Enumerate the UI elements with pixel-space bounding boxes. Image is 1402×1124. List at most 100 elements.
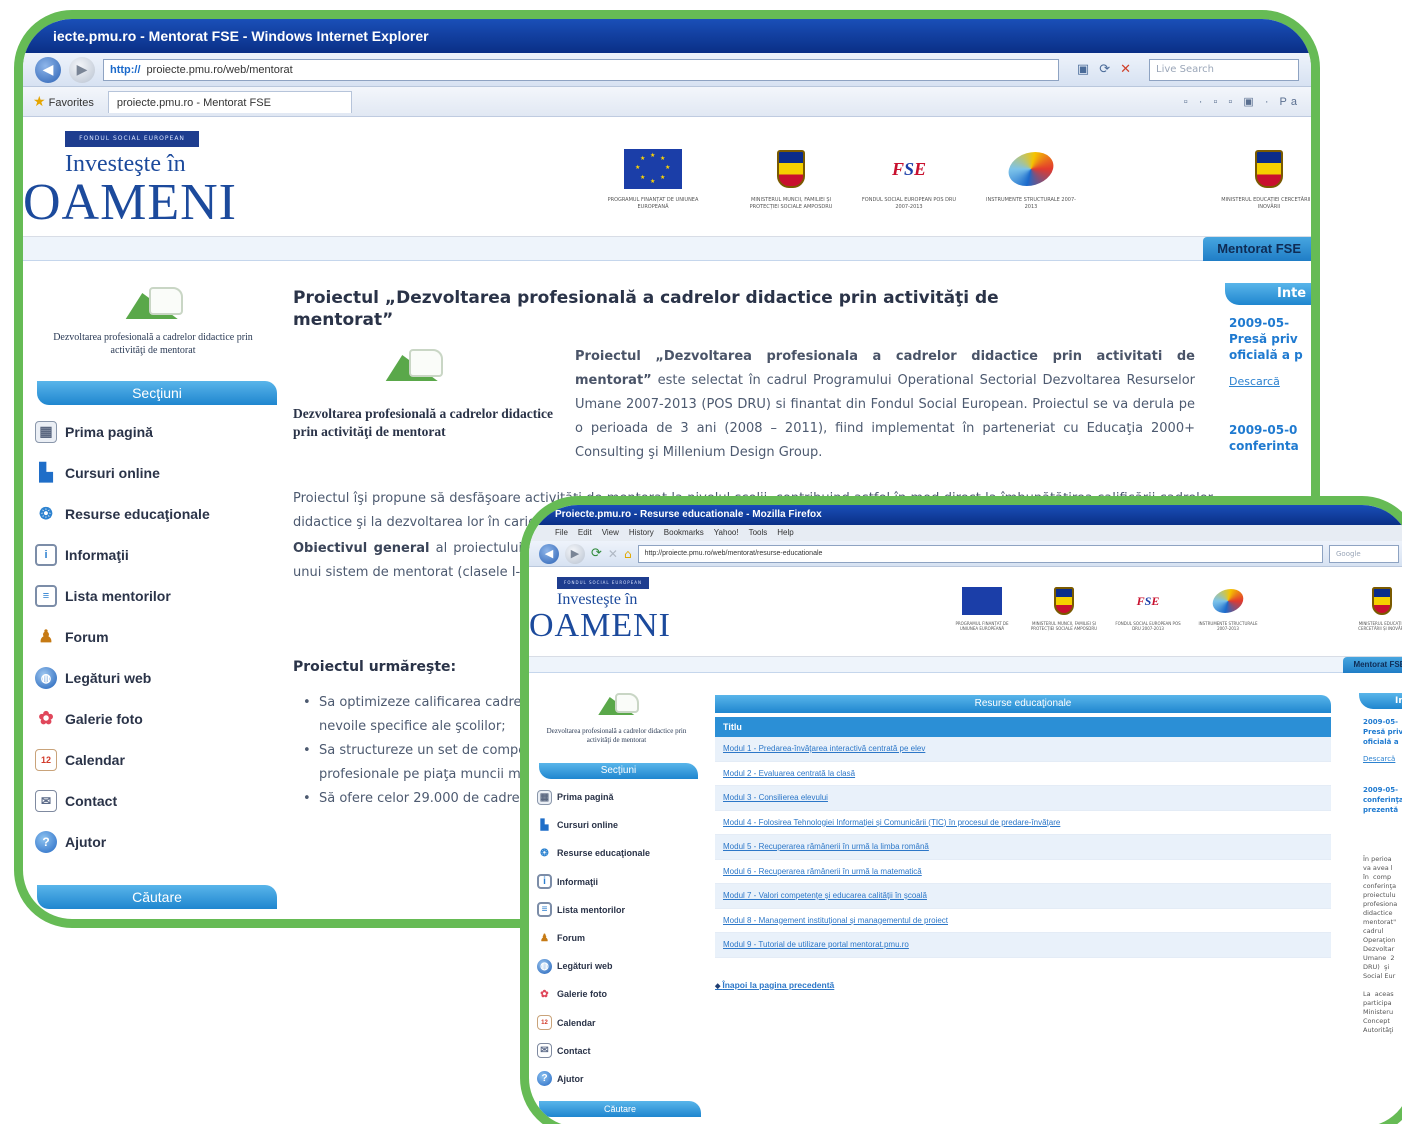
window-title: Proiecte.pmu.ro - Resurse educationale -… bbox=[529, 505, 1402, 525]
logo-caption: MINISTERUL EDUCAȚIEI CERCETĂRII ȘI INOVĂ… bbox=[1358, 621, 1402, 631]
ff-navbar: ◀ ▶ ⟳ ✕ ⌂ http://proiecte.pmu.ro/web/men… bbox=[529, 541, 1402, 567]
search-input[interactable]: Google bbox=[1329, 544, 1399, 563]
browser-tab[interactable]: proiecte.pmu.ro - Mentorat FSE bbox=[107, 90, 352, 113]
favorites-button[interactable]: ★ Favorites bbox=[33, 93, 94, 110]
resource-row[interactable]: Modul 7 - Valori competenţe şi educarea … bbox=[715, 884, 1331, 909]
sidebar-item-resurse[interactable]: ❂ Resurse educaţionale bbox=[35, 493, 283, 534]
resource-row[interactable]: Modul 8 - Management instituţional şi ma… bbox=[715, 909, 1331, 933]
back-button[interactable]: ◀ bbox=[35, 56, 61, 83]
news-item[interactable]: 2009-05-0 conferinta bbox=[1225, 422, 1311, 454]
sidebar-item-cursuri-online[interactable]: ▙ Cursuri online bbox=[35, 452, 283, 493]
logo-caption: FONDUL SOCIAL EUROPEAN POS DRU 2007-2013 bbox=[1115, 621, 1181, 631]
menu-bookmarks[interactable]: Bookmarks bbox=[664, 525, 704, 541]
search-section-header: Căutare bbox=[539, 1101, 701, 1117]
news-title: oficială a p bbox=[1229, 348, 1303, 362]
sidebar-item-galerie-foto[interactable]: ✿ Galerie foto bbox=[537, 980, 704, 1008]
news-title: Presă priv bbox=[1229, 332, 1298, 346]
sidebar-item-informatii[interactable]: i Informaţii bbox=[35, 534, 283, 575]
reload-icon[interactable]: ⟳ bbox=[591, 546, 602, 561]
article-intro-text: Proiectul „Dezvoltarea profesionala a ca… bbox=[575, 345, 1195, 465]
sidebar-item-contact[interactable]: ✉ Contact bbox=[35, 780, 283, 821]
resource-row[interactable]: Modul 2 - Evaluarea centrată la clasă bbox=[715, 762, 1331, 786]
back-button[interactable]: ◀ bbox=[539, 543, 559, 564]
logo-caption: INSTRUMENTE STRUCTURALE 2007-2013 bbox=[986, 197, 1076, 210]
refresh-icon[interactable]: ⟳ bbox=[1099, 62, 1110, 77]
stop-icon[interactable]: ✕ bbox=[1120, 62, 1131, 77]
sidebar-item-label: Informaţii bbox=[65, 546, 129, 563]
mentorat-badge: Mentorat FSE bbox=[1203, 237, 1311, 261]
sidebar-item-label: Legături web bbox=[65, 669, 152, 686]
sidebar-item-label: Ajutor bbox=[65, 833, 107, 850]
sidebar-item-contact[interactable]: ✉ Contact bbox=[537, 1037, 704, 1065]
project-logo-text: Dezvoltarea profesională a cadrelor dida… bbox=[546, 727, 687, 744]
site-header: FONDUL SOCIAL EUROPEAN Investeşte în OAM… bbox=[23, 117, 1311, 237]
sidebar-item-label: Resurse educaţionale bbox=[557, 848, 651, 859]
toolbar-icons: ▣ ⟳ ✕ bbox=[1077, 62, 1131, 77]
mail-icon: ✉ bbox=[537, 1043, 552, 1059]
menu-file[interactable]: File bbox=[555, 525, 568, 541]
page-body: Mentorat FSE Dezvoltarea profesională a … bbox=[23, 237, 1311, 909]
sidebar-item-calendar[interactable]: 12 Calendar bbox=[537, 1009, 704, 1037]
sidebar-item-label: Contact bbox=[65, 792, 118, 809]
education-ministry-logo: MINISTERUL EDUCAȚIEI CERCETĂRII ȘI INOVĂ… bbox=[1347, 585, 1402, 631]
resource-row[interactable]: Modul 5 - Recuperarea rămânerii în urmă … bbox=[715, 835, 1331, 860]
sidebar-item-forum[interactable]: ♟ Forum bbox=[537, 924, 704, 952]
intro-rest: este selectat în cadrul Programului Oper… bbox=[575, 373, 1195, 460]
search-input[interactable]: Live Search bbox=[1149, 58, 1299, 81]
brand-title: OAMENI bbox=[529, 607, 671, 644]
sidebar-item-prima-pagina[interactable]: ▦ Prima pagină bbox=[537, 783, 704, 811]
menu-view[interactable]: View bbox=[602, 525, 619, 541]
menu-edit[interactable]: Edit bbox=[578, 525, 592, 541]
menu-history[interactable]: History bbox=[629, 525, 654, 541]
page-body: Mentorat FSE Dezvoltarea profesională a … bbox=[529, 657, 1402, 1117]
sidebar-item-galerie-foto[interactable]: ✿ Galerie foto bbox=[35, 698, 283, 739]
sections-header: Secţiuni bbox=[539, 763, 698, 779]
stop-icon[interactable]: ✕ bbox=[608, 547, 618, 561]
sidebar-item-calendar[interactable]: 12 Calendar bbox=[35, 739, 283, 780]
eu-logo: ★ ★ ★ ★ ★ ★ ★ ★ PROGRAMUL FINANȚAT DE UNIUNEA E… bbox=[603, 147, 703, 211]
sidebar-item-resurse[interactable]: ❂ Resurse educaţionale bbox=[537, 839, 704, 867]
news-item[interactable]: 2009-05- Presă priv oficială a p bbox=[1225, 315, 1311, 363]
sidebar-item-ajutor[interactable]: ? Ajutor bbox=[537, 1065, 704, 1093]
download-link[interactable]: Descarcă bbox=[1225, 375, 1311, 388]
resources-icon: ❂ bbox=[39, 505, 53, 523]
news-item[interactable]: 2009-05- conferinţa prezentă bbox=[1359, 785, 1402, 815]
compat-icon[interactable]: ▣ bbox=[1077, 62, 1089, 77]
sidebar-item-cursuri-online[interactable]: ▙ Cursuri online bbox=[537, 811, 704, 839]
menu-yahoo[interactable]: Yahoo! bbox=[714, 525, 739, 541]
sidebar-item-informatii[interactable]: i Informaţii bbox=[537, 868, 704, 896]
sidebar-item-label: Lista mentorilor bbox=[65, 587, 171, 604]
resource-row[interactable]: Modul 9 - Tutorial de utilizare portal m… bbox=[715, 933, 1331, 958]
menu-help[interactable]: Help bbox=[777, 525, 793, 541]
address-bar[interactable]: http:// proiecte.pmu.ro/web/mentorat bbox=[103, 58, 1059, 81]
news-title: conferinta bbox=[1229, 439, 1299, 453]
resource-row[interactable]: Modul 6 - Recuperarea rămânerii în urmă … bbox=[715, 860, 1331, 884]
sidebar-item-prima-pagina[interactable]: ▦ Prima pagină bbox=[35, 411, 283, 452]
resource-row[interactable]: Modul 4 - Folosirea Tehnologiei Informaţ… bbox=[715, 811, 1331, 835]
resource-row[interactable]: Modul 3 - Consilierea elevului bbox=[715, 786, 1331, 811]
address-bar[interactable]: http://proiecte.pmu.ro/web/mentorat/resu… bbox=[637, 544, 1323, 563]
sidebar-item-legaturi-web[interactable]: ◍ Legături web bbox=[35, 657, 283, 698]
education-ministry-logo: MINISTERUL EDUCAȚIEI CERCETĂRII ȘI INOVĂ… bbox=[1219, 147, 1317, 211]
sidebar-item-ajutor[interactable]: ? Ajutor bbox=[35, 821, 283, 862]
news-title: Presă priv bbox=[1363, 728, 1402, 736]
news-item[interactable]: 2009-05- Presă priv oficială a bbox=[1359, 717, 1402, 747]
forward-button[interactable]: ▶ bbox=[565, 543, 585, 564]
home-icon: ▦ bbox=[35, 420, 57, 443]
logo-caption: MINISTERUL EDUCAȚIEI CERCETĂRII ȘI INOVĂ… bbox=[1221, 197, 1317, 210]
command-bar[interactable]: ▫ · ▫ ▫ ▣ · Pa bbox=[1184, 95, 1301, 108]
sidebar-item-lista-mentorilor[interactable]: ≡ Lista mentorilor bbox=[537, 896, 704, 924]
resource-row[interactable]: Modul 1 - Predarea-învăţarea interactivă… bbox=[715, 737, 1331, 762]
sidebar-item-legaturi-web[interactable]: ◍ Legături web bbox=[537, 952, 704, 980]
sidebar-item-lista-mentorilor[interactable]: ≡ Lista mentorilor bbox=[35, 575, 283, 616]
menu-tools[interactable]: Tools bbox=[749, 525, 768, 541]
sidebar-item-label: Forum bbox=[557, 933, 585, 944]
eu-logo: PROGRAMUL FINANȚAT DE UNIUNEA EUROPEANĂ bbox=[947, 585, 1017, 631]
home-icon[interactable]: ⌂ bbox=[624, 547, 632, 561]
back-link[interactable]: Înapoi la pagina precedentă bbox=[715, 980, 1331, 990]
help-icon: ? bbox=[35, 830, 57, 853]
download-link[interactable]: Descarcă bbox=[1359, 755, 1402, 763]
sidebar-item-forum[interactable]: ♟ Forum bbox=[35, 616, 283, 657]
forward-button[interactable]: ▶ bbox=[69, 56, 95, 83]
crest-icon bbox=[1372, 587, 1392, 615]
